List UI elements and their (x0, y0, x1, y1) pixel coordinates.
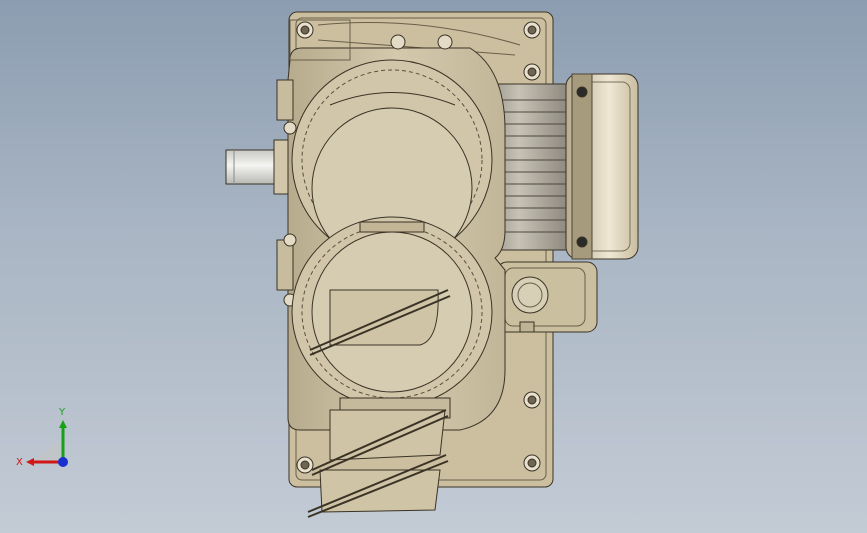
lower-bracket[interactable] (319, 397, 451, 513)
y-axis-label: Y (59, 407, 66, 418)
graphics-viewport[interactable]: X Y (0, 0, 867, 533)
lower-gear-cover[interactable] (291, 216, 493, 408)
terminal-box[interactable] (496, 261, 598, 333)
gearbox-model[interactable] (0, 0, 867, 533)
z-axis-dot (58, 457, 68, 467)
output-shaft[interactable] (225, 139, 289, 195)
coordinate-triad: X Y (10, 407, 80, 480)
triad-axes (26, 420, 68, 467)
x-axis-label: X (16, 457, 23, 468)
